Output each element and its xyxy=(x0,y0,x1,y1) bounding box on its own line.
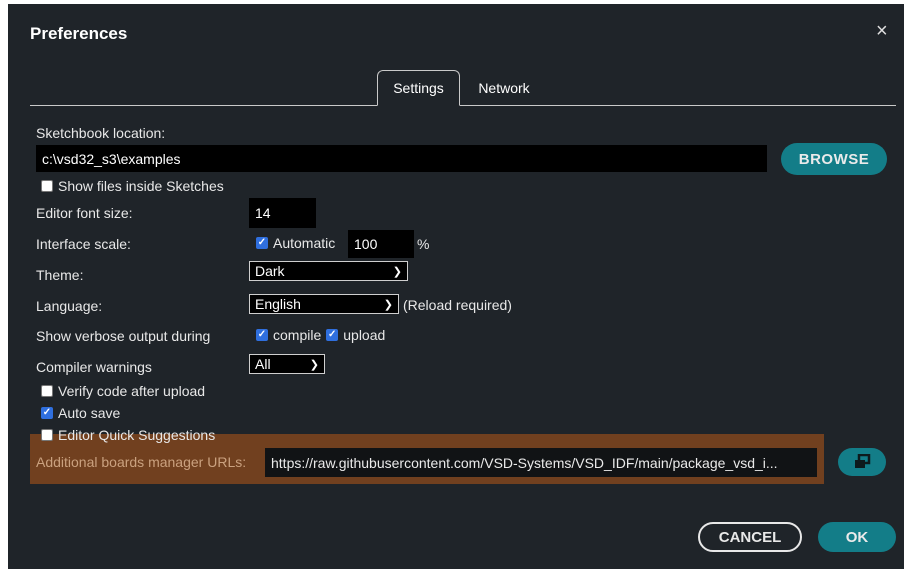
automatic-checkbox[interactable]: ✓ xyxy=(256,237,268,249)
verify-code-row: Verify code after upload xyxy=(41,383,205,399)
verbose-output-label: Show verbose output during xyxy=(36,328,211,344)
editor-font-size-label: Editor font size: xyxy=(36,205,133,221)
tab-network[interactable]: Network xyxy=(466,70,542,106)
sketchbook-location-label: Sketchbook location: xyxy=(36,125,166,141)
ok-button[interactable]: OK xyxy=(818,522,896,552)
automatic-row: ✓ Automatic xyxy=(256,235,335,251)
tab-settings[interactable]: Settings xyxy=(377,70,460,106)
compiler-warnings-select[interactable]: All ❯ xyxy=(249,354,325,374)
theme-select[interactable]: Dark ❯ xyxy=(249,261,408,281)
preferences-dialog: Preferences × Settings Network Sketchboo… xyxy=(8,4,904,569)
upload-checkbox[interactable]: ✓ xyxy=(326,329,339,341)
show-files-label: Show files inside Sketches xyxy=(58,178,224,194)
chevron-down-icon: ❯ xyxy=(383,298,393,311)
show-files-row: Show files inside Sketches xyxy=(41,178,224,194)
interface-scale-unit: % xyxy=(417,236,430,252)
window-restore-icon xyxy=(855,454,871,468)
upload-label: upload xyxy=(343,327,386,343)
sketchbook-location-input[interactable]: c:\vsd32_s3\examples xyxy=(36,145,767,172)
dialog-title: Preferences xyxy=(30,24,128,43)
boards-urls-label: Additional boards manager URLs: xyxy=(36,454,247,470)
reload-required-note: (Reload required) xyxy=(403,297,512,313)
verbose-options-row: ✓ compile ✓ upload xyxy=(256,327,385,343)
cancel-button[interactable]: CANCEL xyxy=(698,522,802,552)
quick-suggestions-label: Editor Quick Suggestions xyxy=(58,427,216,443)
automatic-label: Automatic xyxy=(273,235,336,251)
verify-code-checkbox[interactable] xyxy=(41,385,53,397)
editor-font-size-input[interactable]: 14 xyxy=(249,198,316,228)
compile-checkbox[interactable]: ✓ xyxy=(256,329,268,341)
language-selected-value: English xyxy=(255,296,301,312)
show-files-checkbox[interactable] xyxy=(41,180,53,192)
compiler-warnings-label: Compiler warnings xyxy=(36,359,152,375)
language-label: Language: xyxy=(36,298,103,314)
interface-scale-input[interactable]: 100 xyxy=(348,230,414,258)
chevron-down-icon: ❯ xyxy=(392,265,402,278)
compile-label: compile xyxy=(273,327,322,343)
close-icon[interactable]: × xyxy=(876,20,888,43)
auto-save-row: ✓ Auto save xyxy=(41,405,120,421)
tab-divider xyxy=(30,105,896,106)
auto-save-checkbox[interactable]: ✓ xyxy=(41,407,53,419)
boards-urls-input[interactable]: https://raw.githubusercontent.com/VSD-Sy… xyxy=(265,448,817,477)
verify-code-label: Verify code after upload xyxy=(58,383,206,399)
browse-button[interactable]: BROWSE xyxy=(781,143,887,175)
theme-selected-value: Dark xyxy=(255,263,285,279)
open-urls-editor-button[interactable] xyxy=(838,448,886,476)
chevron-down-icon: ❯ xyxy=(309,358,319,371)
auto-save-label: Auto save xyxy=(58,405,121,421)
compiler-warnings-selected-value: All xyxy=(255,356,271,372)
quick-suggestions-checkbox[interactable] xyxy=(41,429,53,441)
language-select[interactable]: English ❯ xyxy=(249,294,399,314)
quick-suggestions-row: Editor Quick Suggestions xyxy=(41,427,215,443)
theme-label: Theme: xyxy=(36,267,84,283)
interface-scale-label: Interface scale: xyxy=(36,236,131,252)
